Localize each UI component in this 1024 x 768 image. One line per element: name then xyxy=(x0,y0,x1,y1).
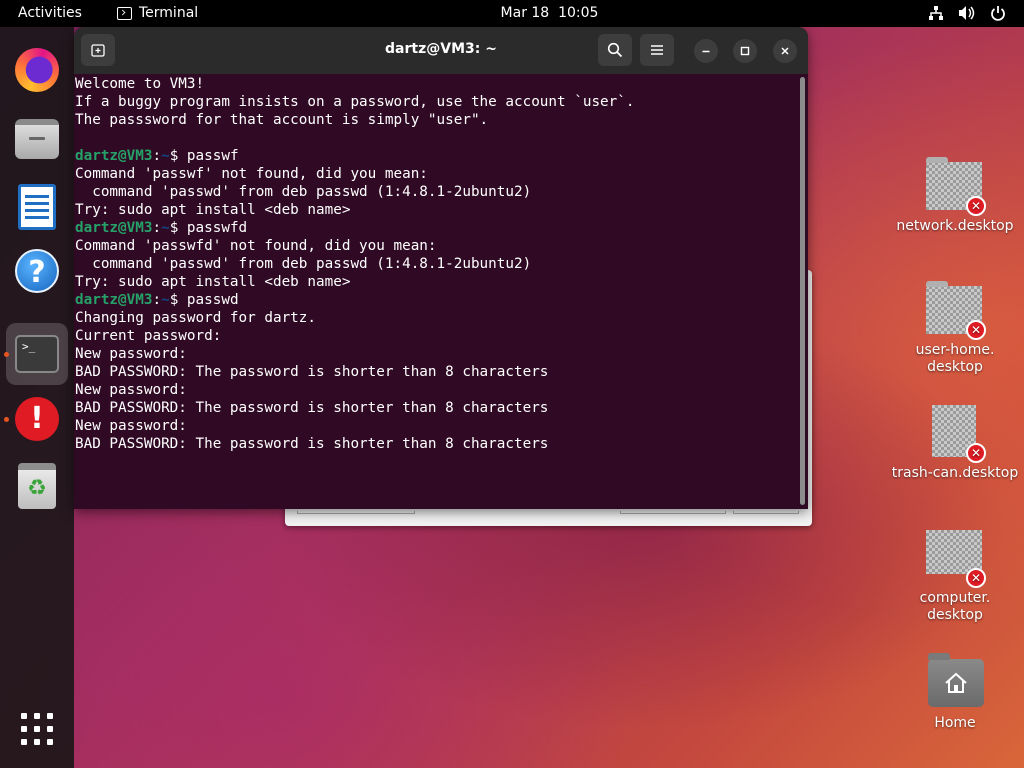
prompt-command: passwd xyxy=(186,292,239,308)
hamburger-menu-icon xyxy=(651,45,663,55)
writer-icon[interactable] xyxy=(18,184,56,230)
desktop-icon-label: computer. xyxy=(919,590,991,606)
prompt-separator: : xyxy=(152,292,162,308)
prompt-user: dartz@VM3 xyxy=(75,148,153,164)
home-folder-icon xyxy=(926,653,984,709)
terminal-window[interactable]: dartz@VM3: ~ Welcome to VM3! If a buggy p… xyxy=(74,27,808,509)
desktop-icon-label: desktop xyxy=(927,607,983,623)
search-icon xyxy=(607,42,623,58)
prompt-symbol: $ xyxy=(169,292,187,308)
terminal-titlebar[interactable]: dartz@VM3: ~ xyxy=(74,27,808,74)
terminal-output-line: New password: xyxy=(75,382,187,398)
error-badge-icon: ✕ xyxy=(966,196,986,216)
broken-file-icon: ✕ xyxy=(926,530,986,588)
terminal-output[interactable]: Welcome to VM3! If a buggy program insist… xyxy=(74,74,800,509)
terminal-output-line: The passsword for that account is simply… xyxy=(75,112,489,128)
prompt-command: passwfd xyxy=(186,220,248,236)
terminal-output-line: New password: xyxy=(75,346,187,362)
prompt-separator: : xyxy=(152,148,162,164)
prompt-separator: : xyxy=(152,220,162,236)
error-badge-icon: ✕ xyxy=(966,320,986,340)
close-button[interactable] xyxy=(773,39,797,63)
clock[interactable]: Mar 18 10:05 xyxy=(0,5,1024,21)
prompt-path: ~ xyxy=(161,220,170,236)
maximize-button[interactable] xyxy=(733,39,757,63)
error-badge-icon: ✕ xyxy=(966,568,986,588)
trash-icon[interactable]: ♻ xyxy=(18,463,56,509)
terminal-icon[interactable]: >_ xyxy=(15,335,59,373)
network-icon xyxy=(929,6,943,20)
desktop-icon-label: user-home. xyxy=(915,342,995,358)
menu-button[interactable] xyxy=(640,34,674,66)
terminal-output-line: If a buggy program insists on a password… xyxy=(75,94,635,110)
desktop-icon-label: Home xyxy=(934,715,976,731)
house-icon xyxy=(945,672,967,693)
background-window-button[interactable] xyxy=(297,511,415,514)
prompt-path: ~ xyxy=(161,292,170,308)
minimize-icon xyxy=(702,50,710,53)
terminal-output-line: command 'passwd' from deb passwd (1:4.8.… xyxy=(75,256,532,272)
broken-file-icon: ✕ xyxy=(926,157,986,216)
prompt-user: dartz@VM3 xyxy=(75,220,153,236)
desktop-icon-trash-can[interactable]: ✕ trash-can.desktop xyxy=(890,405,1020,482)
prompt-symbol: $ xyxy=(169,220,187,236)
desktop-icon-user-home[interactable]: ✕ user-home. desktop xyxy=(890,281,1020,376)
running-indicator-updater xyxy=(4,417,9,422)
terminal-output-line: Try: sudo apt install <deb name> xyxy=(75,274,351,290)
terminal-output-line: Changing password for dartz. xyxy=(75,310,317,326)
terminal-output-line: Try: sudo apt install <deb name> xyxy=(75,202,351,218)
prompt-path: ~ xyxy=(161,148,170,164)
show-apps-icon[interactable] xyxy=(21,713,53,745)
terminal-output-line: BAD PASSWORD: The password is shorter th… xyxy=(75,364,549,380)
background-window-button[interactable] xyxy=(733,511,799,514)
terminal-output-line: Current password: xyxy=(75,328,222,344)
prompt-symbol: $ xyxy=(169,148,187,164)
broken-file-icon: ✕ xyxy=(926,405,986,463)
top-bar: Activities Terminal Mar 18 10:05 xyxy=(0,0,1024,27)
maximize-icon xyxy=(740,46,750,56)
dock: ? >_ ! ♻ xyxy=(0,27,74,768)
terminal-output-line: BAD PASSWORD: The password is shorter th… xyxy=(75,400,549,416)
system-tray[interactable] xyxy=(928,5,1006,21)
desktop-icon-home[interactable]: Home xyxy=(890,653,1020,732)
close-icon xyxy=(781,47,789,55)
terminal-output-line: BAD PASSWORD: The password is shorter th… xyxy=(75,436,549,452)
broken-file-icon: ✕ xyxy=(926,281,986,340)
power-icon xyxy=(991,6,1005,21)
firefox-icon[interactable] xyxy=(15,48,59,92)
search-button[interactable] xyxy=(598,34,632,66)
error-badge-icon: ✕ xyxy=(966,443,986,463)
desktop-icon-label: network.desktop xyxy=(896,218,1014,234)
help-icon[interactable]: ? xyxy=(15,249,59,293)
desktop-icon-label: trash-can.desktop xyxy=(891,465,1019,481)
terminal-output-line: Command 'passwfd' not found, did you mea… xyxy=(75,238,437,254)
terminal-prompt-line: dartz@VM3:~$ passwd xyxy=(75,291,800,309)
terminal-output-line: command 'passwd' from deb passwd (1:4.8.… xyxy=(75,184,532,200)
prompt-user: dartz@VM3 xyxy=(75,292,153,308)
desktop-icon-network[interactable]: ✕ network.desktop xyxy=(890,157,1020,235)
terminal-output-line: Welcome to VM3! xyxy=(75,76,205,92)
prompt-command: passwf xyxy=(186,148,239,164)
desktop-icon-computer[interactable]: ✕ computer. desktop xyxy=(890,530,1020,624)
background-window-button[interactable] xyxy=(620,511,726,514)
desktop-icon-label: desktop xyxy=(927,359,983,375)
terminal-output-line: Command 'passwf' not found, did you mean… xyxy=(75,166,428,182)
terminal-prompt-line: dartz@VM3:~$ passwf xyxy=(75,147,800,165)
volume-icon xyxy=(959,6,975,20)
terminal-scrollbar[interactable] xyxy=(800,77,805,505)
alert-icon[interactable]: ! xyxy=(15,397,59,441)
running-indicator-terminal xyxy=(4,352,9,357)
minimize-button[interactable] xyxy=(694,39,718,63)
terminal-prompt-line: dartz@VM3:~$ passwfd xyxy=(75,219,800,237)
files-icon[interactable] xyxy=(15,119,59,159)
terminal-output-line: New password: xyxy=(75,418,187,434)
